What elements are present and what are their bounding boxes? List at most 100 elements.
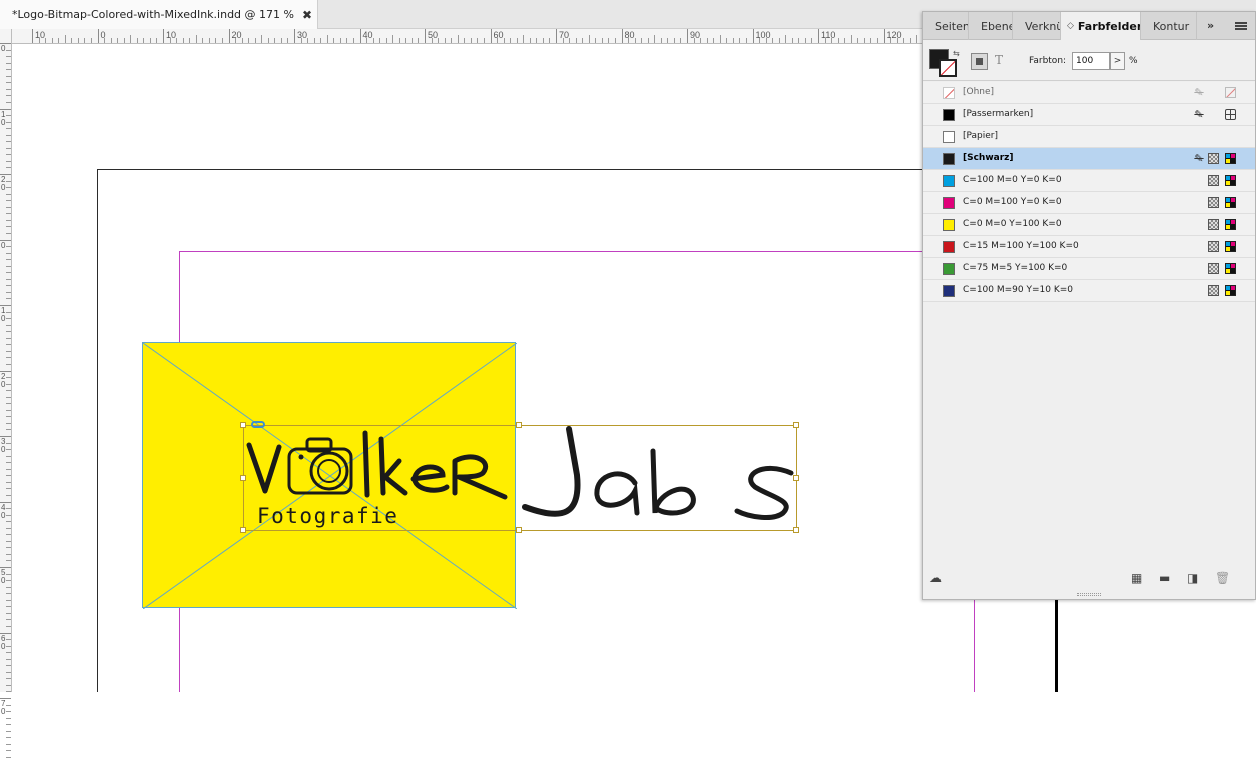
black-rule-line[interactable]	[1055, 598, 1058, 692]
ruler-subtick	[117, 38, 119, 43]
ruler-subtick	[713, 38, 715, 43]
swatch-row[interactable]: C=100 M=90 Y=10 K=0	[923, 280, 1255, 302]
no-edit-pencil-icon: ✎	[1194, 86, 1204, 99]
ruler-subtick	[392, 35, 394, 43]
ruler-subtick	[398, 38, 400, 43]
ruler-subtick	[149, 38, 151, 43]
ruler-subtick	[6, 180, 11, 182]
ruler-subtick	[6, 645, 11, 647]
ruler-subtick	[418, 38, 420, 43]
ruler-subtick	[732, 38, 734, 43]
swatch-color-chip	[943, 285, 955, 297]
document-tab-title: *Logo-Bitmap-Colored-with-MixedInk.indd …	[12, 8, 294, 21]
swatch-row[interactable]: C=75 M=5 Y=100 K=0	[923, 258, 1255, 280]
swatch-row[interactable]: [Passermarken] ✎	[923, 104, 1255, 126]
ruler-subtick	[84, 38, 86, 43]
swap-fill-stroke-icon[interactable]: ⇆	[953, 49, 960, 58]
ruler-subtick	[6, 101, 11, 103]
panel-menu-icon[interactable]	[1235, 22, 1247, 30]
panel-tab-bar: Seiten Ebene Verknü ◇ Farbfelder Kontur »	[923, 12, 1255, 40]
ruler-subtick	[6, 311, 11, 313]
cc-libraries-icon[interactable]: ☁	[929, 571, 942, 586]
ruler-subtick	[6, 573, 11, 575]
ruler-subtick	[6, 553, 11, 555]
ruler-subtick	[824, 38, 826, 43]
logo-artwork: Fotografie	[246, 426, 794, 528]
ruler-subtick	[241, 38, 243, 43]
swatch-name: [Papier]	[963, 131, 999, 141]
stroke-none-icon[interactable]	[939, 59, 957, 77]
ruler-subtick	[6, 717, 11, 719]
ruler-subtick	[6, 259, 11, 261]
ruler-subtick	[890, 38, 892, 43]
tab-ebenen[interactable]: Ebene	[969, 12, 1013, 40]
ruler-subtick	[6, 69, 11, 71]
document-tab[interactable]: *Logo-Bitmap-Colored-with-MixedInk.indd …	[0, 0, 318, 29]
tab-farbfelder[interactable]: ◇ Farbfelder	[1061, 12, 1141, 40]
tint-slider-toggle[interactable]: >	[1110, 52, 1125, 70]
ruler-subtick	[6, 442, 11, 444]
collapse-chevron-icon: ◇	[1067, 21, 1074, 31]
ruler-subtick	[6, 678, 11, 680]
ruler-subtick	[6, 730, 11, 732]
ruler-label: 0	[1, 44, 6, 53]
swatch-row[interactable]: C=0 M=100 Y=0 K=0	[923, 192, 1255, 214]
ruler-subtick	[6, 396, 11, 398]
ruler-tick	[294, 29, 295, 43]
tab-seiten[interactable]: Seiten	[923, 12, 969, 40]
ruler-subtick	[6, 252, 11, 254]
swatch-row[interactable]: [Papier]	[923, 126, 1255, 148]
process-color-icon	[1208, 175, 1219, 186]
tab-label: Ebene	[981, 19, 1013, 33]
ruler-subtick	[6, 481, 11, 483]
swatch-controls: ⇆ T Farbton: > %	[923, 41, 1255, 81]
ruler-subtick	[38, 38, 40, 43]
ruler-subtick	[6, 560, 11, 562]
ruler-label: 2 0	[1, 371, 6, 389]
tab-kontur[interactable]: Kontur	[1141, 12, 1197, 40]
ruler-subtick	[772, 38, 774, 43]
ruler-subtick	[352, 38, 354, 43]
ruler-subtick	[896, 38, 898, 43]
ruler-subtick	[366, 38, 368, 43]
new-swatch-icon[interactable]: ◨	[1187, 571, 1198, 585]
ruler-label: 80	[624, 30, 635, 40]
close-tab-icon[interactable]: ✖	[302, 8, 312, 22]
cmyk-mode-icon	[1225, 219, 1236, 230]
ruler-subtick	[6, 285, 11, 287]
formatting-affects-container-icon[interactable]	[971, 53, 988, 70]
ruler-subtick	[90, 38, 92, 43]
ruler-subtick	[51, 38, 53, 43]
tint-label: Farbton:	[1029, 56, 1067, 66]
tab-verknuepfungen[interactable]: Verknü	[1013, 12, 1061, 40]
ruler-subtick	[6, 547, 11, 549]
swatch-row[interactable]: [Ohne] ✎	[923, 82, 1255, 104]
more-tabs-icon[interactable]: »	[1207, 19, 1214, 32]
new-folder-icon[interactable]: ▬	[1159, 571, 1170, 585]
ruler-subtick	[903, 38, 905, 43]
new-color-group-icon[interactable]: ▦	[1131, 571, 1142, 585]
ruler-subtick	[6, 462, 11, 464]
swatch-row[interactable]: C=0 M=0 Y=100 K=0	[923, 214, 1255, 236]
tint-input[interactable]	[1072, 52, 1110, 70]
delete-swatch-icon[interactable]: 🗑	[1215, 571, 1230, 585]
ruler-subtick	[837, 38, 839, 43]
ruler-label: 6 0	[1, 633, 6, 651]
ruler-subtick	[614, 38, 616, 43]
swatch-row[interactable]: C=100 M=0 Y=0 K=0	[923, 170, 1255, 192]
ruler-subtick	[844, 38, 846, 43]
swatch-row[interactable]: C=15 M=100 Y=100 K=0	[923, 236, 1255, 258]
ruler-subtick	[6, 298, 11, 300]
ruler-subtick	[71, 38, 73, 43]
ruler-subtick	[156, 38, 158, 43]
formatting-affects-text-icon[interactable]: T	[995, 53, 1003, 67]
swatch-color-chip	[943, 131, 955, 143]
ruler-label: 5 0	[1, 568, 6, 585]
process-color-icon	[1208, 263, 1219, 274]
swatch-row[interactable]: [Schwarz] ✎	[923, 148, 1255, 170]
ruler-subtick	[274, 38, 276, 43]
panel-resize-grip[interactable]	[1077, 593, 1101, 596]
vertical-ruler[interactable]: 0 1 0 2 0 0 1 0 2 0 3 0 4 0 5 0 6 0 7 0	[0, 29, 12, 758]
swatches-panel: Seiten Ebene Verknü ◇ Farbfelder Kontur »…	[922, 11, 1256, 600]
ruler-label: 20	[231, 30, 242, 40]
